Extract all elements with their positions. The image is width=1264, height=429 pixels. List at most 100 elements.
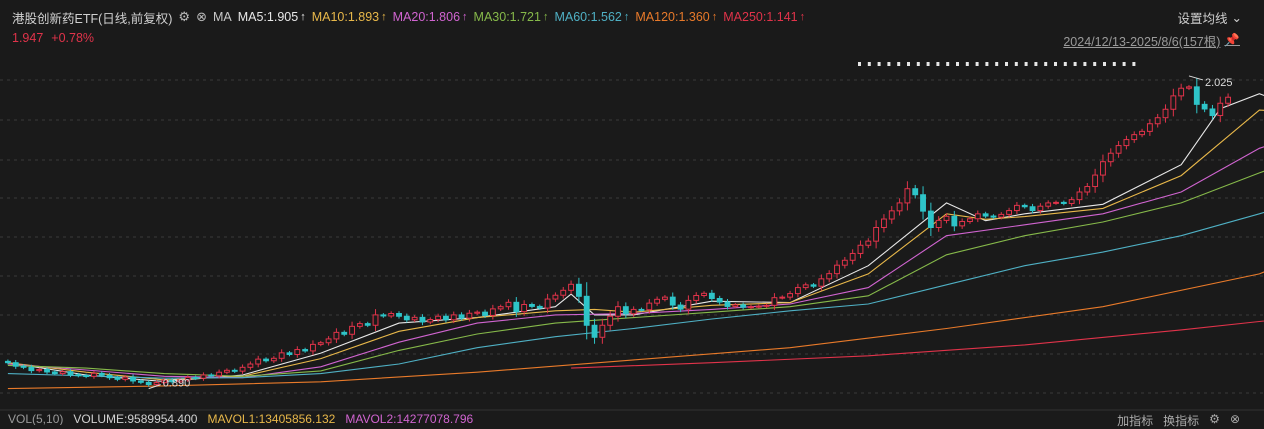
date-range[interactable]: 2024/12/13-2025/8/6(157根) 📌 — [1063, 31, 1240, 50]
candle-body — [841, 259, 848, 266]
candle-body — [615, 306, 621, 317]
candle-body — [662, 296, 668, 300]
candle-body — [466, 312, 473, 319]
candle — [489, 304, 496, 320]
candle — [974, 210, 981, 223]
signal-marker — [1122, 62, 1126, 66]
ma-line-ma30 — [7, 170, 1264, 377]
candle-body — [364, 323, 371, 326]
candle — [1178, 83, 1185, 101]
candle-body — [685, 299, 692, 310]
candle-body — [1100, 161, 1106, 176]
candle — [810, 283, 817, 289]
candle-body — [83, 375, 90, 378]
candle-body — [75, 374, 82, 377]
candle-body — [536, 305, 543, 309]
switch-indicator-button[interactable]: 换指标 — [1163, 412, 1199, 429]
candle-body — [654, 298, 661, 304]
candle-body — [583, 295, 590, 326]
ma-line-ma60 — [7, 211, 1264, 379]
up-arrow-icon: ↑ — [623, 11, 630, 23]
candle-body — [990, 215, 997, 218]
ma-legend-item: MA250:1.141 ↑ — [723, 10, 805, 24]
candle — [1029, 203, 1036, 214]
signal-marker — [936, 62, 940, 66]
candle-body — [1162, 108, 1169, 119]
candle — [1013, 201, 1020, 214]
candle-body — [599, 324, 606, 338]
candlestick-chart[interactable]: 2.025 0.890 — [0, 0, 1264, 425]
candle — [716, 295, 723, 305]
candle — [1123, 135, 1130, 150]
candle — [325, 336, 332, 346]
candle-body — [247, 363, 254, 368]
candle — [529, 302, 535, 309]
settings-icon[interactable]: ⚙ — [1209, 412, 1220, 429]
low-annotation: 0.890 — [163, 378, 191, 390]
signal-marker — [946, 62, 950, 66]
candle-body — [91, 372, 97, 377]
candle — [388, 311, 395, 319]
pin-icon[interactable]: 📌 — [1224, 33, 1240, 48]
candle — [560, 287, 567, 299]
candle — [1217, 96, 1224, 123]
candle — [599, 318, 606, 344]
candle — [849, 249, 856, 265]
add-indicator-button[interactable]: 加指标 — [1117, 412, 1153, 429]
candle — [396, 311, 402, 319]
signal-marker — [1014, 62, 1018, 66]
candle — [763, 303, 770, 308]
vol-label: VOL(5,10) — [8, 412, 64, 425]
ma-legend-item: MA60:1.562 ↑ — [554, 10, 629, 24]
candle-body — [701, 292, 707, 296]
candle-body — [1131, 134, 1138, 141]
candle-body — [1013, 204, 1020, 212]
candle — [959, 218, 966, 229]
candle-body — [255, 358, 262, 365]
signal-marker — [897, 62, 901, 66]
candle — [380, 313, 387, 318]
candle — [1131, 131, 1138, 143]
candle-body — [497, 306, 504, 310]
candle-body — [442, 315, 449, 321]
candle-body — [122, 376, 129, 380]
candle-body — [1115, 145, 1122, 154]
candle-body — [388, 313, 395, 317]
candle-body — [317, 342, 324, 345]
candle-body — [372, 314, 379, 326]
signal-marker — [985, 62, 989, 66]
candle — [1076, 187, 1083, 205]
candle-body — [489, 308, 496, 316]
candle-body — [748, 306, 754, 309]
close-icon[interactable]: ⊗ — [1230, 412, 1240, 429]
signal-marker — [926, 62, 930, 66]
signal-marker — [916, 62, 920, 66]
candle — [1060, 200, 1067, 206]
ma-legend-item: MA5:1.905 ↑ — [238, 10, 306, 24]
candle — [341, 330, 348, 337]
ma-settings-button[interactable]: 设置均线 ⌄ — [1178, 8, 1243, 27]
up-arrow-icon: ↑ — [300, 11, 306, 23]
candle — [1021, 203, 1028, 209]
candle-body — [1092, 174, 1099, 188]
candle — [982, 211, 989, 219]
candle — [270, 356, 277, 363]
candle — [263, 357, 269, 363]
candle-body — [1186, 86, 1192, 89]
candle — [1107, 148, 1114, 167]
ma-legend-text: MA250:1.141 — [723, 10, 798, 24]
candle — [1115, 141, 1122, 158]
up-arrow-icon: ↑ — [799, 11, 806, 23]
signal-marker — [1093, 62, 1097, 66]
candle-body — [763, 304, 770, 307]
candle-body — [349, 325, 355, 335]
candle-body — [974, 213, 981, 220]
candle-body — [568, 283, 574, 291]
candle — [794, 283, 801, 298]
candle-body — [411, 316, 418, 321]
gear-icon[interactable]: ⚙ — [178, 9, 190, 25]
signal-marker — [887, 62, 891, 66]
candle — [1092, 168, 1099, 193]
candle-body — [450, 314, 457, 321]
close-circle-icon[interactable]: ⊗ — [196, 9, 207, 25]
